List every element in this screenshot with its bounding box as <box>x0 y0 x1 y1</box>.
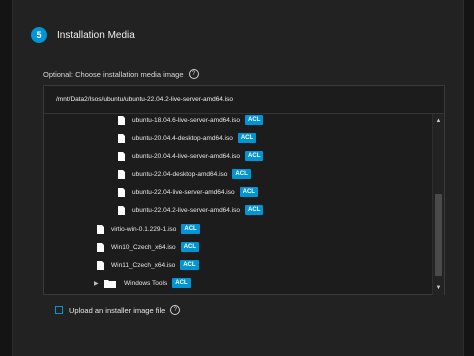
file-row-1[interactable]: ubuntu-18.04.6-live-server-amd64.iso ACL <box>118 114 264 127</box>
folder-icon <box>104 279 116 288</box>
file-name: ubuntu-18.04.6-live-server-amd64.iso <box>132 116 241 124</box>
file-row-4[interactable]: ubuntu-22.04-desktop-amd64.iso ACL <box>118 167 251 181</box>
acl-badge: ACL <box>180 242 200 252</box>
path-input[interactable]: /mnt/Data2/Isos/ubuntu/ubuntu-22.04.2-li… <box>44 86 444 114</box>
acl-badge: ACL <box>239 187 258 197</box>
step-header[interactable]: 5 Installation Media <box>31 27 135 43</box>
file-icon <box>97 242 104 252</box>
folder-row-windows-tools[interactable]: ▶ Windows Tools ACL <box>94 276 191 290</box>
acl-badge: ACL <box>245 151 264 161</box>
file-name: Win11_Czech_x64.iso <box>111 261 176 269</box>
acl-badge: ACL <box>245 205 264 215</box>
chevron-right-icon[interactable]: ▶ <box>94 280 100 287</box>
file-explorer[interactable]: /mnt/Data2/Isos/ubuntu/ubuntu-22.04.2-li… <box>43 85 445 295</box>
media-section-text: Optional: Choose installation media imag… <box>43 69 184 79</box>
file-icon <box>97 260 104 270</box>
upload-label: Upload an installer image file <box>69 305 166 315</box>
file-row-2[interactable]: ubuntu-20.04.4-desktop-amd64.iso ACL <box>118 131 257 145</box>
file-row-8[interactable]: Win10_Czech_x64.iso ACL <box>97 240 200 254</box>
file-name: virtio-win-0.1.229-1.iso <box>111 225 177 233</box>
file-name: ubuntu-22.04-desktop-amd64.iso <box>132 170 228 178</box>
file-tree-scrollbar[interactable]: ▲ ▼ <box>432 114 444 295</box>
scroll-up-arrow-icon[interactable]: ▲ <box>433 116 444 126</box>
file-name: ubuntu-20.04.4-desktop-amd64.iso <box>132 134 233 142</box>
step-number-badge: 5 <box>31 27 47 43</box>
file-row-7[interactable]: virtio-win-0.1.229-1.iso ACL <box>97 222 200 236</box>
acl-badge: ACL <box>181 224 200 234</box>
file-name: ubuntu-22.04-live-server-amd64.iso <box>132 188 235 196</box>
right-sidebar-edge <box>463 0 474 356</box>
folder-name: Windows Tools <box>124 279 168 287</box>
file-name: Win10_Czech_x64.iso <box>111 243 176 251</box>
upload-checkbox[interactable] <box>55 306 63 314</box>
file-icon <box>118 133 125 143</box>
upload-installer-option[interactable]: Upload an installer image file ? <box>55 305 181 315</box>
acl-badge: ACL <box>232 169 251 179</box>
file-row-6[interactable]: ubuntu-22.04.2-live-server-amd64.iso ACL <box>118 203 264 217</box>
file-row-5[interactable]: ubuntu-22.04-live-server-amd64.iso ACL <box>118 185 258 199</box>
file-icon <box>97 224 104 234</box>
file-row-9[interactable]: Win11_Czech_x64.iso ACL <box>97 258 199 272</box>
scroll-down-arrow-icon[interactable]: ▼ <box>433 283 444 293</box>
acl-badge: ACL <box>245 115 264 125</box>
help-icon[interactable]: ? <box>170 305 181 315</box>
acl-badge: ACL <box>180 260 199 270</box>
file-name: ubuntu-22.04.2-live-server-amd64.iso <box>132 206 241 214</box>
file-icon <box>118 205 125 215</box>
file-name: ubuntu-20.04.4-live-server-amd64.iso <box>132 152 241 160</box>
help-icon[interactable]: ? <box>188 69 199 79</box>
file-icon <box>118 169 125 179</box>
file-tree: ubuntu-18.04.6-live-server-amd64.iso ACL… <box>44 114 444 295</box>
file-icon <box>118 151 125 161</box>
acl-badge: ACL <box>172 278 191 288</box>
media-section-label: Optional: Choose installation media imag… <box>43 69 199 79</box>
file-icon <box>118 115 125 125</box>
left-sidebar-edge <box>0 0 12 356</box>
acl-badge: ACL <box>237 133 257 143</box>
file-row-3[interactable]: ubuntu-20.04.4-live-server-amd64.iso ACL <box>118 149 264 163</box>
installation-media-panel: 5 Installation Media Optional: Choose in… <box>12 0 464 356</box>
step-title: Installation Media <box>57 29 135 41</box>
file-icon <box>118 187 125 197</box>
scrollbar-thumb[interactable] <box>435 194 442 276</box>
